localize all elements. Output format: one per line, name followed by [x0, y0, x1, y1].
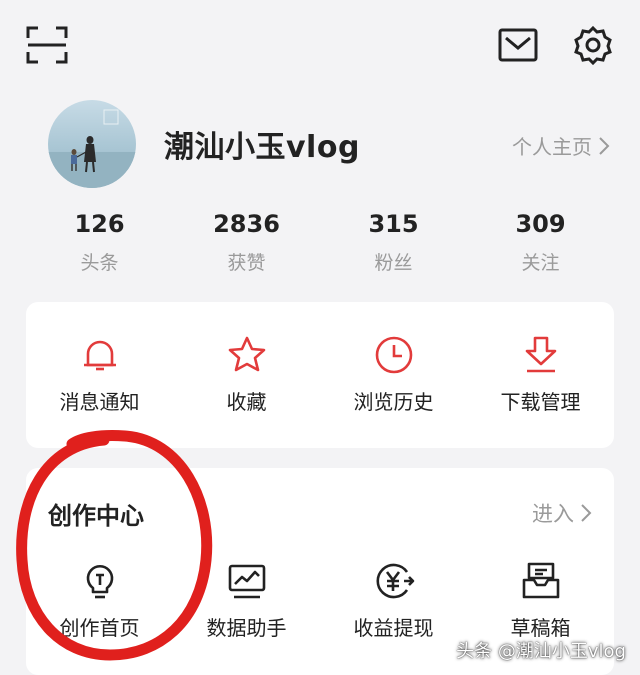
avatar[interactable] — [48, 100, 136, 188]
download-icon — [525, 336, 556, 373]
action-label: 消息通知 — [59, 390, 140, 414]
stat-value: 309 — [515, 210, 566, 238]
stat-value: 315 — [368, 210, 419, 238]
chevron-right-icon — [581, 504, 592, 522]
stat-label: 获赞 — [227, 252, 266, 274]
mail-icon[interactable] — [498, 26, 538, 64]
chevron-right-icon — [599, 136, 610, 155]
action-label: 收藏 — [226, 390, 267, 414]
creator-tools-row: 创作首页 数据助手 收益提现 草稿箱 — [26, 560, 614, 641]
section-title: 创作中心 — [48, 502, 144, 530]
tool-label: 数据助手 — [206, 616, 287, 640]
stat-likes[interactable]: 2836 获赞 — [173, 210, 320, 282]
action-label: 下载管理 — [500, 390, 581, 414]
tool-label: 收益提现 — [353, 616, 434, 640]
chart-icon — [228, 564, 265, 599]
enter-label: 进入 — [532, 502, 574, 526]
scan-icon[interactable] — [26, 26, 68, 64]
tool-label: 创作首页 — [59, 616, 140, 640]
stat-posts[interactable]: 126 头条 — [26, 210, 173, 282]
stat-label: 粉丝 — [374, 252, 413, 274]
action-downloads[interactable]: 下载管理 — [467, 334, 614, 415]
homepage-label: 个人主页 — [512, 135, 592, 159]
star-icon — [228, 336, 265, 372]
tool-creator-home[interactable]: 创作首页 — [26, 560, 173, 641]
yuan-icon — [376, 563, 414, 599]
tool-earnings[interactable]: 收益提现 — [320, 560, 467, 641]
bell-icon — [83, 340, 116, 371]
profile-header: 潮汕小玉vlog 个人主页 — [0, 95, 640, 195]
inbox-icon — [522, 562, 559, 599]
action-history[interactable]: 浏览历史 — [320, 334, 467, 415]
enter-link[interactable]: 进入 — [532, 498, 592, 528]
watermark: 头条 @潮汕小玉vlog — [456, 641, 626, 662]
lightbulb-icon — [86, 565, 113, 599]
stat-label: 关注 — [521, 252, 560, 274]
stat-value: 2836 — [213, 210, 280, 238]
username: 潮汕小玉vlog — [164, 130, 360, 165]
gear-icon[interactable] — [572, 24, 614, 66]
clock-icon — [375, 336, 412, 374]
quick-actions-row: 消息通知 收藏 浏览历史 下载管理 — [26, 334, 614, 415]
tool-data-assistant[interactable]: 数据助手 — [173, 560, 320, 641]
stats-row: 126 头条 2836 获赞 315 粉丝 309 关注 — [26, 210, 614, 282]
stat-value: 126 — [74, 210, 125, 238]
stat-followers[interactable]: 315 粉丝 — [320, 210, 467, 282]
quick-actions-card: 消息通知 收藏 浏览历史 下载管理 — [26, 302, 614, 448]
tool-drafts[interactable]: 草稿箱 — [467, 560, 614, 641]
action-favorites[interactable]: 收藏 — [173, 334, 320, 415]
top-bar — [0, 0, 640, 90]
stat-following[interactable]: 309 关注 — [467, 210, 614, 282]
stat-label: 头条 — [80, 252, 119, 274]
homepage-link[interactable]: 个人主页 — [512, 131, 610, 160]
action-notifications[interactable]: 消息通知 — [26, 334, 173, 415]
action-label: 浏览历史 — [353, 390, 434, 414]
